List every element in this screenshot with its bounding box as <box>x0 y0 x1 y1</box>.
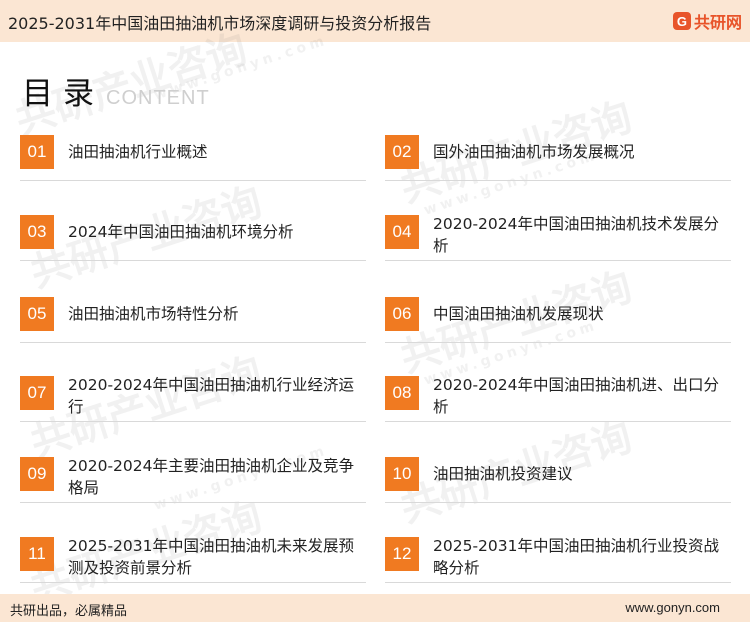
toc-item-divider <box>385 582 731 583</box>
toc-item[interactable]: 10 油田抽油机投资建议 <box>385 455 731 515</box>
toc-item-number: 02 <box>385 135 419 169</box>
toc-item-divider <box>385 502 731 503</box>
toc-item-number: 11 <box>20 537 54 571</box>
toc-item[interactable]: 11 2025-2031年中国油田抽油机未来发展预测及投资前景分析 <box>20 535 366 595</box>
toc-item[interactable]: 05 油田抽油机市场特性分析 <box>20 295 366 355</box>
header-bar: 2025-2031年中国油田抽油机市场深度调研与投资分析报告 G 共研网 <box>0 0 750 42</box>
toc-item[interactable]: 02 国外油田抽油机市场发展概况 <box>385 133 731 193</box>
logo-icon: G <box>672 12 691 30</box>
toc-item-number: 09 <box>20 457 54 491</box>
toc-item[interactable]: 01 油田抽油机行业概述 <box>20 133 366 193</box>
toc-item-divider <box>385 342 731 343</box>
toc-item-divider <box>385 260 731 261</box>
toc-item-label: 油田抽油机投资建议 <box>433 465 573 483</box>
toc-item-divider <box>20 421 366 422</box>
toc-item[interactable]: 07 2020-2024年中国油田抽油机行业经济运行 <box>20 374 366 434</box>
toc-item-label: 油田抽油机市场特性分析 <box>68 305 239 323</box>
toc-item-divider <box>20 180 366 181</box>
toc-item-label: 2020-2024年中国油田抽油机进、出口分析 <box>433 376 719 416</box>
toc-item-label: 2025-2031年中国油田抽油机未来发展预测及投资前景分析 <box>68 537 354 577</box>
toc-item-number: 12 <box>385 537 419 571</box>
toc-item[interactable]: 06 中国油田抽油机发展现状 <box>385 295 731 355</box>
toc-item-label: 国外油田抽油机市场发展概况 <box>433 143 635 161</box>
toc-item-number: 01 <box>20 135 54 169</box>
toc-heading-en: CONTENT <box>106 87 210 109</box>
logo-text: 共研网 <box>693 13 742 32</box>
footer-slogan: 共研出品，必属精品 <box>10 604 128 619</box>
toc-item-number: 08 <box>385 376 419 410</box>
toc-item-label: 2020-2024年中国油田抽油机技术发展分析 <box>433 215 719 255</box>
footer-url[interactable]: www.gonyn.com <box>625 600 720 615</box>
footer-bar: 共研出品，必属精品 www.gonyn.com <box>0 594 750 622</box>
toc-item-label: 油田抽油机行业概述 <box>68 143 208 161</box>
toc-item-label: 中国油田抽油机发展现状 <box>433 305 604 323</box>
toc-item-divider <box>385 421 731 422</box>
toc-item-number: 07 <box>20 376 54 410</box>
toc-item-label: 2025-2031年中国油田抽油机行业投资战略分析 <box>433 537 719 577</box>
toc-item-number: 05 <box>20 297 54 331</box>
report-title: 2025-2031年中国油田抽油机市场深度调研与投资分析报告 <box>8 14 432 33</box>
toc-item-divider <box>385 180 731 181</box>
toc-item-divider <box>20 502 366 503</box>
toc-item-divider <box>20 260 366 261</box>
toc-item-divider <box>20 342 366 343</box>
toc-item-label: 2020-2024年中国油田抽油机行业经济运行 <box>68 376 354 416</box>
toc-heading-cn: 目录 <box>22 76 104 112</box>
toc-item-divider <box>20 582 366 583</box>
toc-item-label: 2020-2024年主要油田抽油机企业及竞争格局 <box>68 457 354 497</box>
brand-logo: G 共研网 <box>672 8 742 34</box>
toc-item[interactable]: 03 2024年中国油田抽油机环境分析 <box>20 213 366 273</box>
toc-item[interactable]: 12 2025-2031年中国油田抽油机行业投资战略分析 <box>385 535 731 595</box>
toc-item-number: 04 <box>385 215 419 249</box>
toc-item[interactable]: 08 2020-2024年中国油田抽油机进、出口分析 <box>385 374 731 434</box>
toc-item-number: 10 <box>385 457 419 491</box>
toc-heading: 目录 CONTENT <box>22 68 210 113</box>
toc-item[interactable]: 04 2020-2024年中国油田抽油机技术发展分析 <box>385 213 731 273</box>
toc-item-number: 03 <box>20 215 54 249</box>
toc-item-number: 06 <box>385 297 419 331</box>
toc-item-label: 2024年中国油田抽油机环境分析 <box>68 223 294 241</box>
toc-item[interactable]: 09 2020-2024年主要油田抽油机企业及竞争格局 <box>20 455 366 515</box>
